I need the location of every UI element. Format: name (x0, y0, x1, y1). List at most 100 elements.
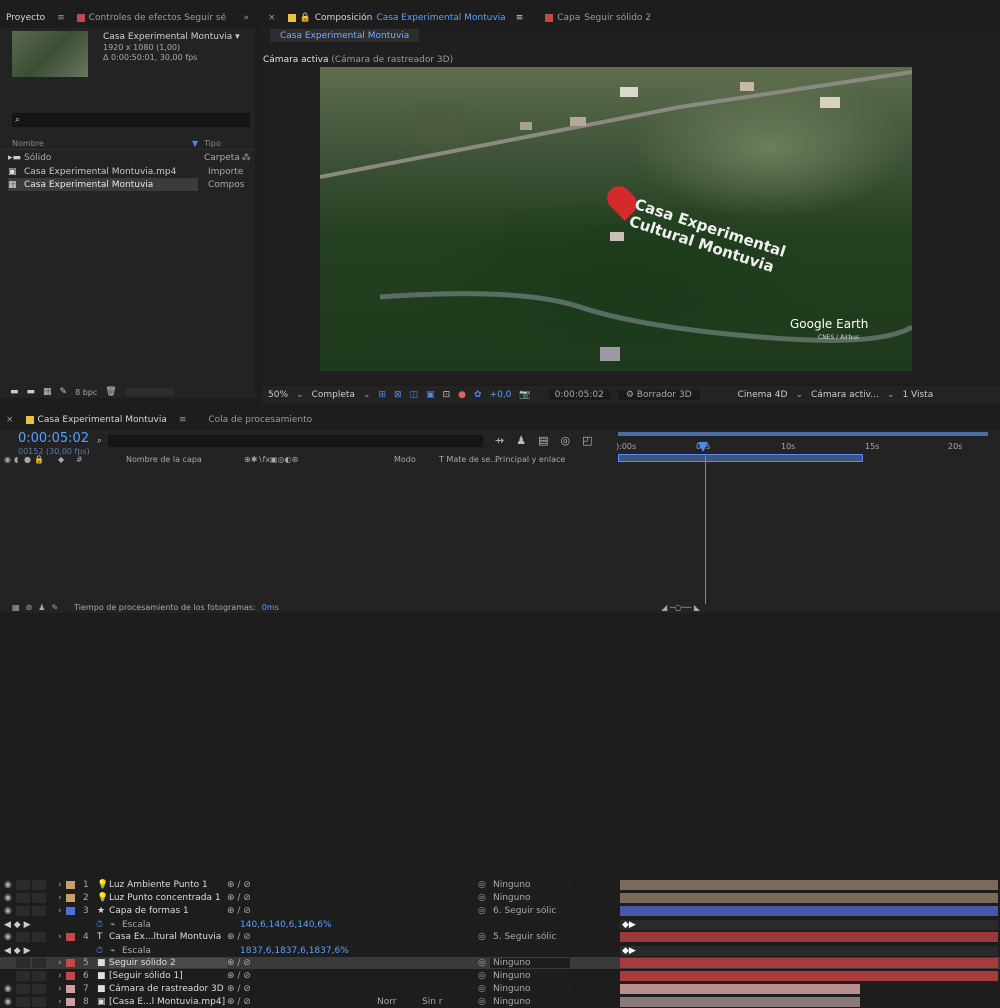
close-icon[interactable]: × (262, 13, 282, 23)
property-value[interactable]: 140,6,140,6,140,6% (240, 920, 400, 930)
label-color[interactable] (66, 933, 75, 941)
lock-toggle[interactable] (32, 893, 46, 903)
eye-icon[interactable]: ◉ (4, 997, 16, 1007)
label-color[interactable] (66, 998, 75, 1006)
twirl-icon[interactable]: › (58, 958, 66, 968)
keyframe-nav-icon[interactable]: ◀ ◆ ▶ (4, 946, 96, 956)
twirl-icon[interactable]: › (58, 932, 66, 942)
list-item[interactable]: ▸▬ Sólido Carpeta ⁂ (0, 151, 255, 164)
tab-layer[interactable]: Capa Seguir sólido 2 (539, 13, 657, 23)
tab-composition[interactable]: 🔒 Composición Casa Experimental Montuvia… (282, 13, 530, 23)
solo-toggle[interactable] (16, 971, 30, 981)
comp-flowchart-icon[interactable]: ⇸ (495, 434, 504, 447)
brush-icon[interactable]: ✎ (51, 603, 58, 612)
layer-switches[interactable]: ⊕ ∕ ⊘ (227, 932, 377, 942)
parent-pickwhip-icon[interactable]: ◎ (478, 932, 490, 942)
layer-duration-bar[interactable] (620, 971, 998, 981)
label-color[interactable] (66, 894, 75, 902)
lock-icon[interactable]: 🔒 (34, 455, 58, 464)
lock-toggle[interactable] (32, 971, 46, 981)
bit-depth[interactable]: 8 bpc (75, 388, 97, 397)
render-icon[interactable]: ▦ (12, 603, 20, 612)
brush-icon[interactable]: ✎ (60, 387, 68, 397)
tab-effect-controls[interactable]: Controles de efectos Seguir sé (71, 13, 232, 23)
column-type[interactable]: Tipo (204, 139, 221, 148)
lock-toggle[interactable] (32, 997, 46, 1007)
color-icon[interactable]: ● (458, 390, 466, 400)
keyframe-nav-icon[interactable]: ◀ ◆ ▶ (4, 920, 96, 930)
channels-icon[interactable]: ⊡ (443, 390, 451, 400)
guides-icon[interactable]: ▣ (426, 390, 435, 400)
eye-icon[interactable]: ◉ (4, 932, 16, 942)
comp-viewer[interactable]: Casa Experimental Cultural Montuvia Goog… (320, 67, 912, 371)
parent-pickwhip-icon[interactable]: ◎ (478, 971, 490, 981)
work-area-bar[interactable] (618, 432, 988, 436)
layer-switches[interactable]: ⊕ ∕ ⊘ (227, 906, 377, 916)
eye-icon[interactable]: ◉ (4, 906, 16, 916)
label-color[interactable] (66, 907, 75, 915)
chevron-down-icon[interactable]: ⌄ (887, 390, 895, 400)
preview-name[interactable]: Casa Experimental Montuvia ▾ (103, 32, 240, 42)
renderer-button[interactable]: ⚙ Borrador 3D (617, 390, 700, 400)
layer-name[interactable]: [Seguir sólido 1] (109, 971, 227, 981)
exposure-icon[interactable]: ✿ (474, 390, 482, 400)
graph-editor-icon[interactable]: ◰ (582, 434, 592, 447)
twirl-icon[interactable]: › (58, 984, 66, 994)
zoom-select[interactable]: 50% (268, 390, 288, 400)
search-input[interactable] (24, 114, 245, 126)
column-name[interactable]: Nombre (12, 139, 192, 148)
layer-name[interactable]: Capa de formas 1 (109, 906, 227, 916)
layer-switches[interactable]: ⊕ ∕ ⊘ (227, 893, 377, 903)
trash-icon[interactable]: 🗑 (105, 387, 116, 397)
layer-duration-bar[interactable] (620, 997, 860, 1007)
layer-name[interactable]: Casa Ex...ltural Montuvia (109, 932, 227, 942)
solo-toggle[interactable] (16, 880, 30, 890)
new-comp-icon[interactable]: ▦ (43, 387, 52, 397)
tab-timeline[interactable]: Casa Experimental Montuvia (20, 415, 173, 425)
tab-render-queue[interactable]: Cola de procesamiento (202, 415, 318, 425)
list-item[interactable]: ▦ Casa Experimental Montuvia Compos (0, 178, 255, 191)
label-icon[interactable]: ◆ (58, 455, 76, 464)
solo-toggle[interactable] (16, 997, 30, 1007)
parent-pickwhip-icon[interactable]: ◎ (478, 880, 490, 890)
layer-name[interactable]: Luz Punto concentrada 1 (109, 893, 227, 903)
views-select[interactable]: 1 Vista (902, 390, 933, 400)
layer-name[interactable]: Cámara de rastreador 3D (109, 984, 227, 994)
solo-toggle[interactable] (16, 958, 30, 968)
parent-select[interactable]: Ninguno (490, 893, 570, 903)
layer-name[interactable]: [Casa E...l Montuvia.mp4] (109, 997, 227, 1007)
layer-switches[interactable]: ⊕ ∕ ⊘ (227, 971, 377, 981)
keyframe-icon[interactable]: ◆▶ (620, 920, 636, 930)
parent-select[interactable]: 6. Seguir sólic (490, 906, 570, 916)
motion-blur-icon[interactable]: ◎ (561, 434, 571, 447)
current-timecode[interactable]: 0:00:05:02 (18, 431, 89, 446)
lock-toggle[interactable] (32, 880, 46, 890)
region-icon[interactable]: ⊞ (378, 390, 386, 400)
search-icon[interactable]: ⌕ (97, 436, 102, 446)
layer-duration-bar[interactable] (620, 958, 998, 968)
label-color[interactable] (66, 985, 75, 993)
parent-select[interactable]: Ninguno (490, 997, 570, 1007)
grid-icon[interactable]: ⊠ (394, 390, 402, 400)
mask-icon[interactable]: ◫ (410, 390, 419, 400)
chevron-down-icon[interactable]: ⌄ (363, 390, 371, 400)
lock-toggle[interactable] (32, 932, 46, 942)
track-matte-select[interactable]: Sin r (422, 997, 478, 1007)
scrollbar[interactable] (124, 388, 175, 396)
parent-select[interactable]: Ninguno (490, 971, 570, 981)
shy-toggle-icon[interactable]: ♟ (38, 603, 45, 612)
parent-select[interactable]: Ninguno (490, 880, 570, 890)
quality-select[interactable]: Completa (312, 390, 355, 400)
timecode-display[interactable]: 0:00:05:02 (548, 390, 610, 400)
property-value[interactable]: 1837,6,1837,6,1837,6% (240, 946, 400, 956)
camera-icon[interactable]: 📷 (519, 390, 530, 400)
project-menu-icon[interactable]: ≡ (51, 13, 71, 23)
twirl-icon[interactable]: › (58, 906, 66, 916)
layer-switches[interactable]: ⊕ ∕ ⊘ (227, 997, 377, 1007)
twirl-icon[interactable]: › (58, 893, 66, 903)
label-color[interactable] (66, 959, 75, 967)
layer-name[interactable]: Luz Ambiente Punto 1 (109, 880, 227, 890)
eye-icon[interactable]: ◉ (4, 880, 16, 890)
stopwatch-icon[interactable]: ⏱ (96, 946, 110, 956)
keyframe-track[interactable]: ◆▶ (620, 946, 998, 956)
